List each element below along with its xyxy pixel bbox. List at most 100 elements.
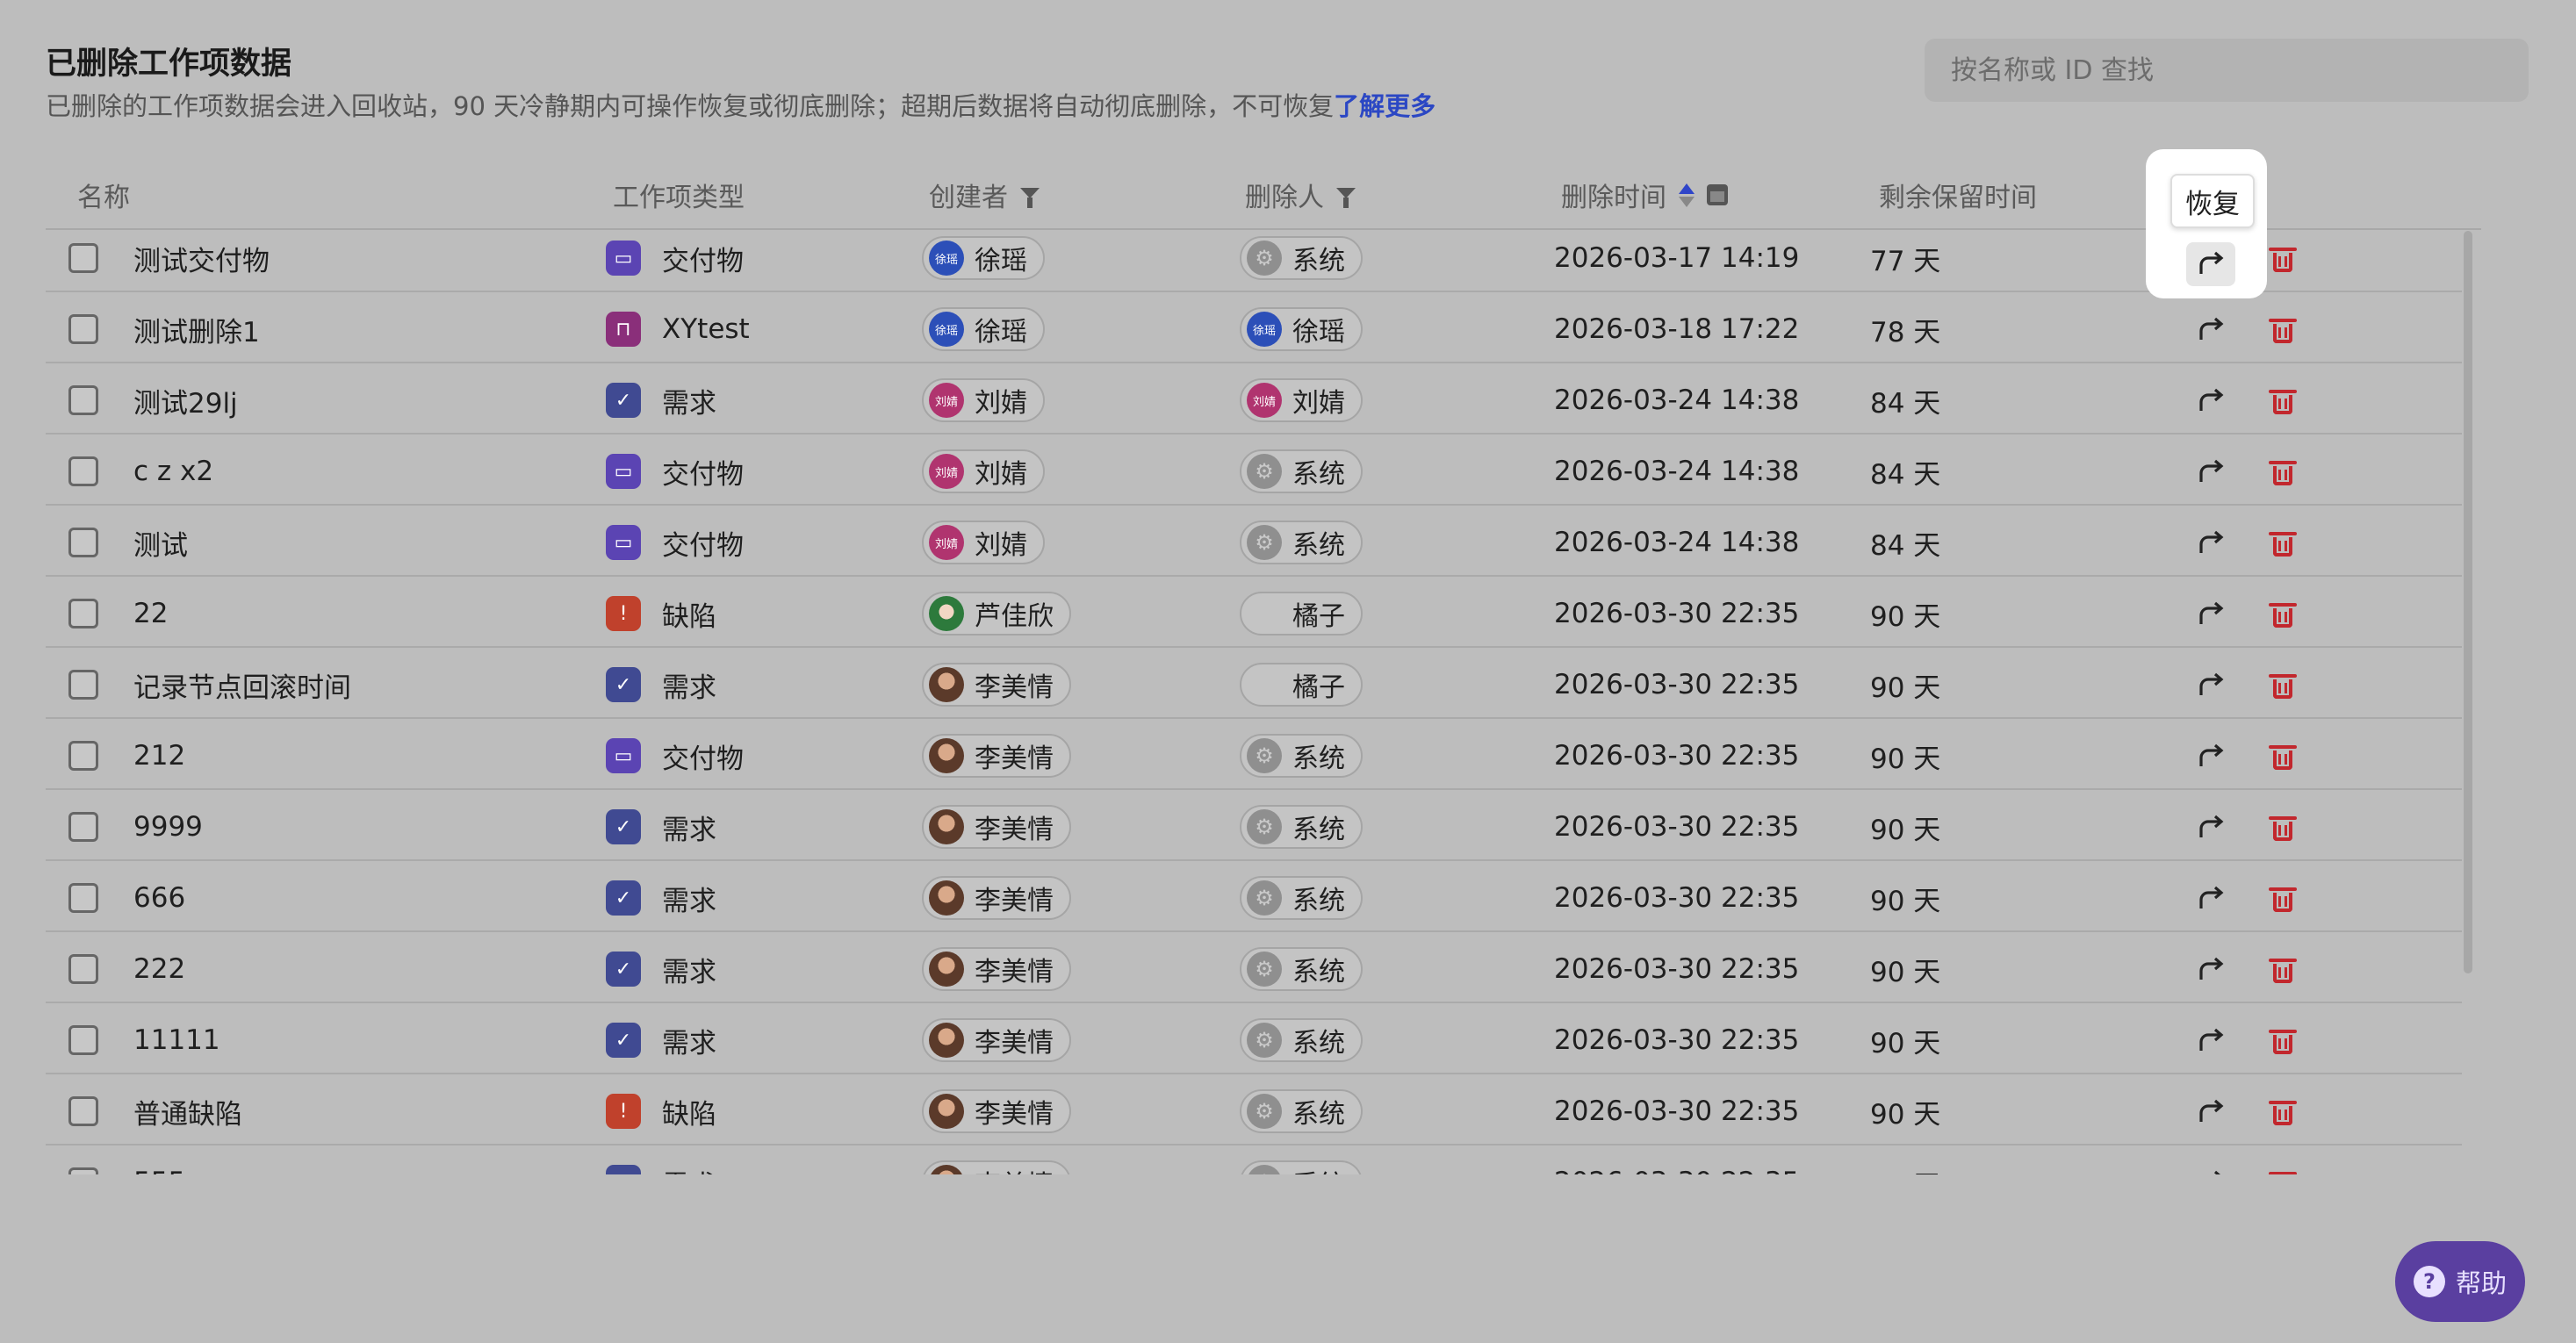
delete-button[interactable] [2263, 240, 2302, 278]
deleter-name: 系统 [1292, 1028, 1345, 1059]
delete-button[interactable] [2263, 524, 2302, 563]
row-retention: 90 天 [1870, 600, 1941, 633]
row-type: ✓ 需求 [606, 368, 716, 433]
restore-button-hovered[interactable] [2186, 242, 2235, 286]
deleter-avatar [1247, 454, 1282, 489]
calendar-icon[interactable] [1707, 184, 1728, 205]
row-type-label: XYtest [662, 313, 750, 345]
trash-icon [2269, 246, 2297, 272]
row-checkbox[interactable] [68, 812, 98, 842]
deleter-chip: 系统 [1240, 1018, 1363, 1062]
delete-button[interactable] [2263, 666, 2302, 705]
row-type-label: 交付物 [662, 245, 744, 277]
table-row: 记录节点回滚时间 ✓ 需求 李美情 橘子 2026-03-30 22:35 90… [46, 652, 2462, 719]
row-deleted-at: 2026-03-30 22:35 [1554, 669, 1800, 700]
row-checkbox[interactable] [68, 1096, 98, 1126]
restore-button[interactable] [2191, 951, 2230, 989]
row-checkbox[interactable] [68, 1025, 98, 1055]
row-deleted-at: 2026-03-30 22:35 [1554, 740, 1800, 772]
trash-icon [2269, 317, 2297, 343]
table-scrollbar[interactable] [2464, 231, 2472, 973]
row-checkbox[interactable] [68, 314, 98, 344]
delete-button[interactable] [2263, 595, 2302, 634]
column-deleted-at: 删除时间 [1561, 176, 1728, 214]
row-checkbox[interactable] [68, 954, 98, 984]
restore-button[interactable] [2191, 1093, 2230, 1131]
row-name: 222 [133, 953, 186, 985]
deleter-name: 系统 [1292, 957, 1345, 988]
column-creator-label: 创建者 [929, 183, 1008, 213]
row-creator: 李美情 [922, 937, 1071, 1002]
recycle-bin-page: 已删除工作项数据 已删除的工作项数据会进入回收站，90 天冷静期内可操作恢复或彻… [0, 0, 2576, 1343]
creator-avatar: 刘婧 [929, 383, 964, 418]
trash-icon [2269, 743, 2297, 770]
creator-name: 刘婧 [975, 530, 1027, 561]
table-row: 222 ✓ 需求 李美情 系统 2026-03-30 22:35 90 天 [46, 937, 2462, 1003]
delete-button[interactable] [2263, 808, 2302, 847]
restore-button[interactable] [2191, 808, 2230, 847]
delete-button[interactable] [2263, 382, 2302, 420]
row-checkbox[interactable] [68, 670, 98, 700]
creator-avatar [929, 1165, 964, 1174]
help-label: 帮助 [2455, 1268, 2507, 1298]
restore-button[interactable] [2191, 311, 2230, 349]
row-name: 9999 [133, 811, 203, 843]
delete-button[interactable] [2263, 453, 2302, 492]
row-checkbox[interactable] [68, 243, 98, 273]
creator-avatar: 刘婧 [929, 525, 964, 560]
deleter-avatar [1247, 1023, 1282, 1058]
restore-button[interactable] [2191, 1022, 2230, 1060]
row-checkbox[interactable] [68, 528, 98, 557]
bookmark-icon: ⊓ [606, 312, 641, 347]
restore-button[interactable] [2191, 524, 2230, 563]
restore-button[interactable] [2191, 880, 2230, 918]
row-type: ✓ 需求 [606, 865, 716, 930]
folder-icon: ▭ [606, 525, 641, 560]
row-deleter: 系统 [1240, 794, 1363, 859]
column-creator: 创建者 [929, 176, 1040, 214]
row-checkbox[interactable] [68, 741, 98, 771]
check-circle-icon: ✓ [606, 383, 641, 418]
row-deleted-at: 2026-03-30 22:35 [1554, 882, 1800, 914]
row-checkbox[interactable] [68, 599, 98, 628]
restore-button[interactable] [2191, 453, 2230, 492]
delete-button[interactable] [2263, 1022, 2302, 1060]
row-name: 测试交付物 [133, 245, 270, 277]
alert-circle-icon: ! [606, 1094, 641, 1129]
search-input[interactable] [1925, 39, 2529, 102]
row-type-label: 交付物 [662, 743, 744, 775]
creator-chip: 李美情 [922, 663, 1071, 707]
creator-filter-icon[interactable] [1020, 188, 1040, 208]
redo-icon [2199, 530, 2224, 553]
deleter-filter-icon[interactable] [1336, 188, 1356, 208]
row-retention: 84 天 [1870, 529, 1941, 562]
restore-button[interactable] [2191, 382, 2230, 420]
delete-button[interactable] [2263, 880, 2302, 918]
row-deleter: 系统 [1240, 1079, 1363, 1144]
delete-button[interactable] [2263, 1164, 2302, 1174]
restore-button[interactable] [2191, 666, 2230, 705]
table-row: 11111 ✓ 需求 李美情 系统 2026-03-30 22:35 90 天 [46, 1008, 2462, 1074]
delete-button[interactable] [2263, 737, 2302, 776]
row-checkbox[interactable] [68, 883, 98, 913]
restore-button[interactable] [2191, 737, 2230, 776]
row-name: c z x2 [133, 456, 214, 487]
delete-button[interactable] [2263, 951, 2302, 989]
delete-button[interactable] [2263, 1093, 2302, 1131]
creator-name: 李美情 [975, 1163, 1054, 1174]
row-type: ✓ 需求 [606, 794, 716, 859]
deleter-name: 系统 [1292, 886, 1345, 916]
row-checkbox[interactable] [68, 385, 98, 415]
help-button[interactable]: ? 帮助 [2395, 1241, 2525, 1322]
row-name: 测试删除1 [133, 316, 260, 348]
restore-button[interactable] [2191, 595, 2230, 634]
delete-button[interactable] [2263, 311, 2302, 349]
creator-name: 徐瑶 [975, 317, 1027, 348]
sort-icon[interactable] [1679, 183, 1695, 207]
row-checkbox[interactable] [68, 456, 98, 486]
restore-button[interactable] [2191, 1164, 2230, 1174]
redo-icon [2199, 601, 2224, 624]
learn-more-link[interactable]: 了解更多 [1334, 91, 1436, 121]
row-checkbox[interactable] [68, 1167, 98, 1174]
deleter-avatar [1247, 809, 1282, 844]
